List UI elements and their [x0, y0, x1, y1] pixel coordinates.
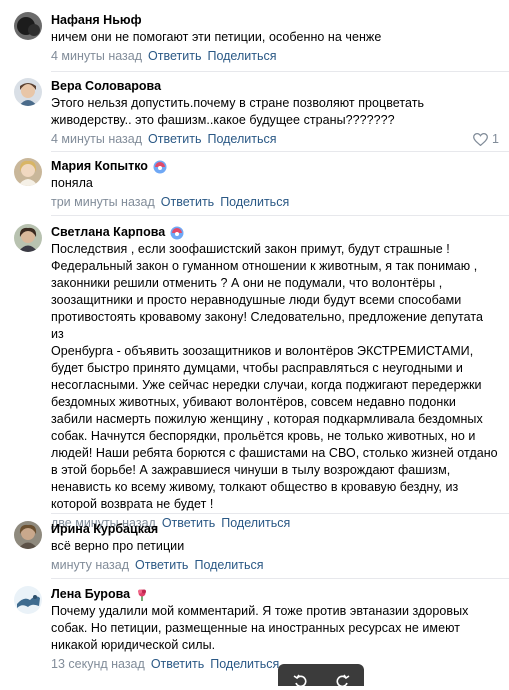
like-count: 1 [492, 132, 499, 146]
divider [51, 513, 509, 514]
comment-text: Последствия , если зоофашистский закон п… [51, 242, 498, 511]
comment-text: поняла [51, 176, 93, 190]
avatar-image [14, 158, 42, 186]
avatar[interactable] [14, 224, 42, 252]
like-button[interactable]: 1 [473, 131, 499, 148]
avatar[interactable] [14, 158, 42, 186]
comment-time[interactable]: 13 секунд назад [51, 657, 145, 671]
comment-author[interactable]: Светлана Карпова [51, 224, 499, 241]
comment-text: Почему удалили мой комментарий. Я тоже п… [51, 604, 469, 652]
redo-icon[interactable] [336, 673, 350, 690]
comment-time[interactable]: минуту назад [51, 558, 129, 572]
comment-meta: три минуты назад Ответить Поделиться [51, 194, 499, 211]
comment-meta: 4 минуты назад Ответить Поделиться 1 [51, 131, 499, 148]
donut-badge-icon [170, 226, 184, 239]
divider [51, 71, 509, 72]
avatar-image [14, 12, 42, 40]
divider [51, 578, 509, 579]
avatar[interactable] [14, 586, 42, 614]
share-button[interactable]: Поделиться [207, 132, 276, 146]
avatar-image [14, 521, 42, 549]
reply-button[interactable]: Ответить [161, 195, 214, 209]
avatar[interactable] [14, 521, 42, 549]
donut-badge-icon [153, 160, 167, 173]
reply-button[interactable]: Ответить [151, 657, 204, 671]
avatar-image [14, 78, 42, 106]
divider [51, 151, 509, 152]
avatar[interactable] [14, 78, 42, 106]
share-button[interactable]: Поделиться [207, 49, 276, 63]
share-button[interactable]: Поделиться [194, 558, 263, 572]
reply-button[interactable]: Ответить [135, 558, 188, 572]
comment-author[interactable]: Нафаня Ньюф [51, 12, 499, 29]
comment-text: всё верно про петиции [51, 539, 185, 553]
comment-meta: 4 минуты назад Ответить Поделиться [51, 48, 499, 65]
comment-meta: 13 секунд назад Ответить Поделиться [51, 656, 499, 673]
comment-text: Этого нельзя допустить.почему в стране п… [51, 96, 425, 127]
reply-button[interactable]: Ответить [148, 49, 201, 63]
comment-time[interactable]: 4 минуты назад [51, 132, 142, 146]
avatar[interactable] [14, 12, 42, 40]
flower-badge-icon [138, 589, 147, 601]
comment-time[interactable]: три минуты назад [51, 195, 155, 209]
avatar-image [14, 586, 42, 614]
comment-author[interactable]: Вера Соловарова [51, 78, 499, 95]
share-button[interactable]: Поделиться [210, 657, 279, 671]
divider [51, 215, 509, 216]
comment-meta: минуту назад Ответить Поделиться [51, 557, 499, 574]
comment-author[interactable]: Лена Бурова [51, 586, 499, 603]
comment-author[interactable]: Мария Копытко [51, 158, 499, 175]
heart-icon [473, 133, 488, 146]
share-button[interactable]: Поделиться [220, 195, 289, 209]
comment-text: ничем они не помогают эти петиции, особе… [51, 30, 382, 44]
reply-button[interactable]: Ответить [148, 132, 201, 146]
avatar-image [14, 224, 42, 252]
comment-time[interactable]: 4 минуты назад [51, 49, 142, 63]
undo-icon[interactable] [293, 673, 307, 690]
comment-author[interactable]: Ирина Курбацкая [51, 521, 499, 538]
